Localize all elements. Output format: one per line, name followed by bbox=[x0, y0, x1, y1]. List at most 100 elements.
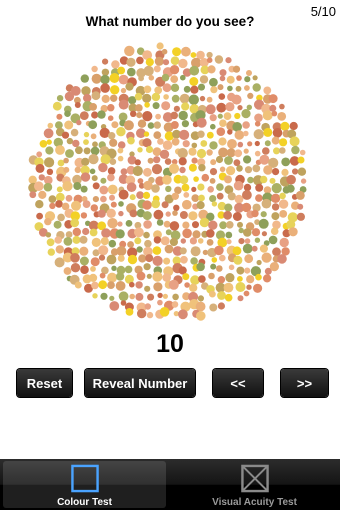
plate-dot bbox=[182, 199, 192, 210]
plate-dot bbox=[144, 239, 152, 248]
plate-dot bbox=[80, 185, 88, 193]
plate-dot bbox=[243, 183, 252, 192]
plate-dot bbox=[252, 83, 261, 92]
plate-dot bbox=[169, 221, 180, 231]
plate-dot bbox=[74, 166, 81, 174]
plate-dot bbox=[57, 213, 65, 222]
previous-button[interactable]: << bbox=[213, 369, 263, 397]
plate-dot bbox=[101, 94, 110, 103]
plate-dot bbox=[82, 200, 91, 209]
plate-dot bbox=[132, 165, 143, 177]
plate-dot bbox=[151, 164, 163, 175]
plate-dot bbox=[90, 146, 100, 156]
plate-dot bbox=[223, 112, 232, 120]
plate-dot bbox=[72, 139, 80, 148]
plate-dot bbox=[153, 121, 161, 129]
plate-dot bbox=[106, 254, 117, 265]
plate-dot bbox=[107, 173, 115, 182]
plate-dot bbox=[43, 128, 54, 139]
plate-dot bbox=[223, 210, 233, 220]
plate-dot bbox=[211, 257, 218, 263]
plate-dot bbox=[146, 273, 152, 279]
plate-dot bbox=[146, 311, 154, 319]
plate-dot bbox=[262, 147, 270, 155]
plate-dot bbox=[277, 112, 287, 121]
plate-dot bbox=[291, 145, 300, 155]
plate-dot bbox=[64, 110, 71, 117]
plate-dot bbox=[246, 104, 252, 111]
tab-bar: Colour Test Visual Acuity Test bbox=[0, 459, 340, 510]
plate-dot bbox=[74, 281, 82, 289]
plate-dot bbox=[151, 92, 161, 102]
plate-dot bbox=[81, 157, 90, 166]
plate-dot bbox=[152, 246, 162, 255]
reveal-number-button[interactable]: Reveal Number bbox=[85, 369, 195, 397]
plate-dot bbox=[79, 111, 89, 120]
plate-dot bbox=[170, 83, 180, 92]
plate-dot bbox=[91, 175, 98, 182]
plate-dot bbox=[129, 194, 136, 201]
plate-dot bbox=[242, 190, 252, 200]
plate-dot bbox=[55, 192, 65, 202]
plate-dot bbox=[47, 122, 54, 129]
plate-dot bbox=[189, 65, 200, 76]
plate-dot bbox=[145, 254, 154, 263]
plate-dot bbox=[83, 139, 89, 145]
plate-dot bbox=[199, 217, 210, 228]
plate-dot bbox=[224, 293, 233, 302]
plate-dot bbox=[80, 172, 91, 182]
plate-dot bbox=[90, 257, 100, 267]
plate-dot bbox=[219, 254, 226, 262]
plate-dot bbox=[286, 174, 296, 185]
plate-dot bbox=[43, 182, 53, 192]
plate-dot bbox=[118, 74, 129, 85]
plate-dot bbox=[79, 246, 89, 256]
plate-dot bbox=[214, 245, 224, 256]
plate-dot bbox=[49, 202, 56, 210]
plate-dot bbox=[117, 221, 123, 227]
plate-dot bbox=[281, 157, 291, 167]
plate-dot bbox=[233, 255, 243, 265]
plate-dot bbox=[72, 235, 81, 244]
plate-dot bbox=[190, 52, 197, 58]
plate-dot bbox=[64, 120, 74, 130]
tab-colour-test[interactable]: Colour Test bbox=[3, 461, 166, 508]
plate-dot bbox=[177, 148, 188, 159]
plate-dot bbox=[219, 166, 226, 173]
plate-dot bbox=[39, 140, 48, 148]
plate-dot bbox=[134, 92, 143, 101]
plate-dot bbox=[153, 209, 164, 220]
plate-dot bbox=[126, 57, 136, 67]
plate-dot bbox=[208, 272, 215, 280]
plate-dot bbox=[217, 113, 223, 119]
plate-dot bbox=[206, 96, 213, 103]
plate-dot bbox=[232, 65, 241, 73]
plate-dot bbox=[97, 110, 106, 119]
plate-dot bbox=[54, 236, 62, 244]
plate-dot bbox=[162, 59, 170, 66]
plate-dot bbox=[91, 111, 99, 119]
plate-dot bbox=[215, 155, 224, 164]
answer-number: 10 bbox=[156, 330, 184, 358]
plate-dot bbox=[154, 56, 164, 66]
plate-dot bbox=[44, 217, 52, 226]
reset-button[interactable]: Reset bbox=[17, 369, 72, 397]
plate-dot bbox=[159, 149, 170, 159]
plate-dot bbox=[190, 246, 201, 257]
plate-dot bbox=[89, 103, 97, 111]
plate-dot bbox=[44, 157, 55, 168]
plate-dot bbox=[107, 281, 115, 289]
plate-dot bbox=[46, 238, 55, 247]
plate-dot bbox=[225, 231, 233, 239]
plate-dot bbox=[70, 253, 80, 263]
plate-dot bbox=[36, 212, 43, 220]
plate-dot bbox=[254, 121, 261, 127]
plate-dot bbox=[208, 220, 218, 230]
plate-dot bbox=[254, 113, 263, 123]
next-button[interactable]: >> bbox=[281, 369, 328, 397]
plate-dot bbox=[55, 245, 64, 254]
plate-dot bbox=[217, 291, 226, 300]
plate-dot bbox=[143, 65, 154, 76]
plate-dot bbox=[256, 259, 262, 266]
tab-visual-acuity-test[interactable]: Visual Acuity Test bbox=[172, 461, 337, 508]
